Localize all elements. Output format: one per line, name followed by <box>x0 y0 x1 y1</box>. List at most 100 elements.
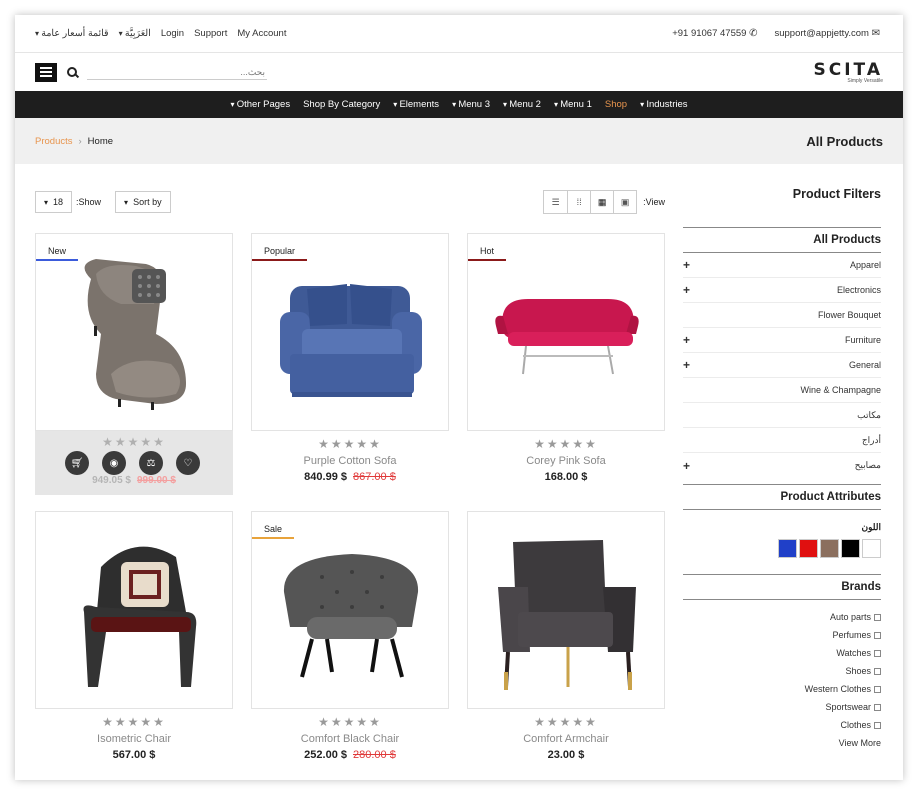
product-card[interactable]: New ★★★★★ 🛒︎ ◉ ⚖ ♡ 949.05 $ 999.00 $ <box>35 233 233 495</box>
compare-icon[interactable]: ⚖ <box>139 451 163 475</box>
product-name[interactable]: Corey Pink Sofa <box>467 455 665 467</box>
category-item[interactable]: + Electronics <box>683 278 881 303</box>
product-card[interactable]: Sale ★★★★★ Comfort Black Chair 252.00 $2… <box>251 511 449 761</box>
brand-checkbox[interactable] <box>874 667 881 675</box>
nav-elements[interactable]: Elements <box>393 99 439 110</box>
color-swatch-brown[interactable] <box>820 539 839 558</box>
wishlist-icon[interactable]: ♡ <box>176 451 200 475</box>
product-name[interactable]: Isometric Chair <box>35 733 233 745</box>
nav-menu-2[interactable]: Menu 2 <box>503 99 541 110</box>
attributes-title: Product Attributes <box>780 491 881 503</box>
nav-shop-by-category[interactable]: Shop By Category <box>303 99 380 110</box>
brand-label: Shoes <box>845 666 871 676</box>
language-dropdown[interactable]: العَرَبِيَّة <box>119 28 151 39</box>
my-account-link[interactable]: My Account <box>237 28 286 39</box>
brand-label: Sportswear <box>825 702 871 712</box>
product-card[interactable]: Popular ★★★★★ Purple Cotton Sofa 840.99 … <box>251 233 449 483</box>
show-count-select[interactable]: 18 <box>35 191 73 213</box>
nav-other-pages[interactable]: Other Pages <box>231 99 290 110</box>
view-more-link[interactable]: View More <box>683 734 881 752</box>
product-card[interactable]: ★★★★★ Comfort Armchair 23.00 $ <box>467 511 665 761</box>
add-to-cart-icon[interactable]: 🛒︎ <box>65 451 89 475</box>
product-image[interactable]: Popular <box>251 233 449 431</box>
list-view-icon[interactable]: ☰ <box>544 191 567 213</box>
category-item[interactable]: + Apparel <box>683 253 881 278</box>
brand-checkbox[interactable] <box>874 613 881 621</box>
brand-label: Watches <box>836 648 871 658</box>
color-swatch-black[interactable] <box>841 539 860 558</box>
phone-icon: ✆ <box>749 28 758 39</box>
expand-icon[interactable]: + <box>683 283 695 297</box>
product-image[interactable]: Hot <box>467 233 665 431</box>
product-tag: Hot <box>468 242 507 261</box>
header: SCITA Simply Versatile <box>15 53 903 91</box>
brand-checkbox[interactable] <box>874 703 881 711</box>
product-name[interactable]: Purple Cotton Sofa <box>251 455 449 467</box>
brand-checkbox[interactable] <box>874 649 881 657</box>
price-current: 567.00 $ <box>112 749 156 761</box>
menu-icon[interactable] <box>35 62 57 82</box>
category-list: + Apparel + Electronics Flower Bouquet + Fu… <box>683 253 881 478</box>
grid-2-view-icon[interactable]: ▣ <box>613 191 636 213</box>
brand-item[interactable]: Perfumes <box>683 626 881 644</box>
expand-icon[interactable]: + <box>683 333 695 347</box>
nav-shop[interactable]: Shop <box>605 99 627 110</box>
pricelist-dropdown[interactable]: قائمة أسعار عامة <box>35 28 108 39</box>
color-swatch-blue[interactable] <box>778 539 797 558</box>
breadcrumb-products[interactable]: Products <box>35 136 73 147</box>
search-icon[interactable] <box>67 67 77 77</box>
color-swatch-white[interactable] <box>862 539 881 558</box>
breadcrumb-home[interactable]: Home <box>88 136 113 147</box>
show-control: 18 :Show <box>35 191 101 213</box>
brand-checkbox[interactable] <box>874 631 881 639</box>
view-switcher: ☰ ⁞⁞ ▦ ▣ :View <box>543 190 665 214</box>
brand-item[interactable]: Watches <box>683 644 881 662</box>
product-image[interactable] <box>35 511 233 709</box>
search-input[interactable] <box>87 64 267 80</box>
color-swatch-red[interactable] <box>799 539 818 558</box>
category-item[interactable]: + Furniture <box>683 328 881 353</box>
brand-item[interactable]: Clothes <box>683 716 881 734</box>
product-rating: ★★★★★ <box>102 715 166 729</box>
product-card[interactable]: Hot ★★★★★ Corey Pink Sofa 168.00 $ <box>467 233 665 483</box>
brand-item[interactable]: Western Clothes <box>683 680 881 698</box>
quick-view-icon[interactable]: ◉ <box>102 451 126 475</box>
nav-menu-1[interactable]: Menu 1 <box>554 99 592 110</box>
category-item[interactable]: مكاتب <box>683 403 881 428</box>
color-swatches <box>683 539 881 558</box>
expand-icon[interactable]: + <box>683 459 695 473</box>
attributes-header: Product Attributes <box>683 484 881 510</box>
grid-3-view-icon[interactable]: ▦ <box>590 191 613 213</box>
category-item[interactable]: + مصابيح <box>683 453 881 478</box>
phone-number: +91 91067 47559 <box>672 28 747 39</box>
category-item[interactable]: Wine & Champagne <box>683 378 881 403</box>
brand-item[interactable]: Sportswear <box>683 698 881 716</box>
price-current: 840.99 $ <box>304 471 347 483</box>
product-image[interactable]: New <box>35 233 233 431</box>
logo[interactable]: SCITA Simply Versatile <box>814 60 883 84</box>
product-card[interactable]: ★★★★★ Isometric Chair 567.00 $ <box>35 511 233 761</box>
product-image[interactable]: Sale <box>251 511 449 709</box>
brand-checkbox[interactable] <box>874 721 881 729</box>
product-name[interactable]: Comfort Black Chair <box>251 733 449 745</box>
brand-item[interactable]: Auto parts <box>683 608 881 626</box>
category-item[interactable]: Flower Bouquet <box>683 303 881 328</box>
category-item[interactable]: أدراج <box>683 428 881 453</box>
grid-4-view-icon[interactable]: ⁞⁞ <box>567 191 590 213</box>
phone-contact[interactable]: +91 91067 47559 ✆ <box>672 28 760 39</box>
login-link[interactable]: Login <box>161 28 184 39</box>
category-item[interactable]: + General <box>683 353 881 378</box>
expand-icon[interactable]: + <box>683 258 695 272</box>
expand-icon[interactable]: + <box>683 358 695 372</box>
brand-checkbox[interactable] <box>874 685 881 693</box>
header-left <box>35 62 267 82</box>
product-image[interactable] <box>467 511 665 709</box>
product-name[interactable]: Comfort Armchair <box>467 733 665 745</box>
support-link[interactable]: Support <box>194 28 227 39</box>
email-contact[interactable]: support@appjetty.com ✉ <box>774 28 883 39</box>
sort-select[interactable]: Sort by <box>115 191 171 213</box>
brand-item[interactable]: Shoes <box>683 662 881 680</box>
category-label: General <box>848 360 881 370</box>
nav-menu-3[interactable]: Menu 3 <box>452 99 490 110</box>
nav-industries[interactable]: Industries <box>640 99 687 110</box>
